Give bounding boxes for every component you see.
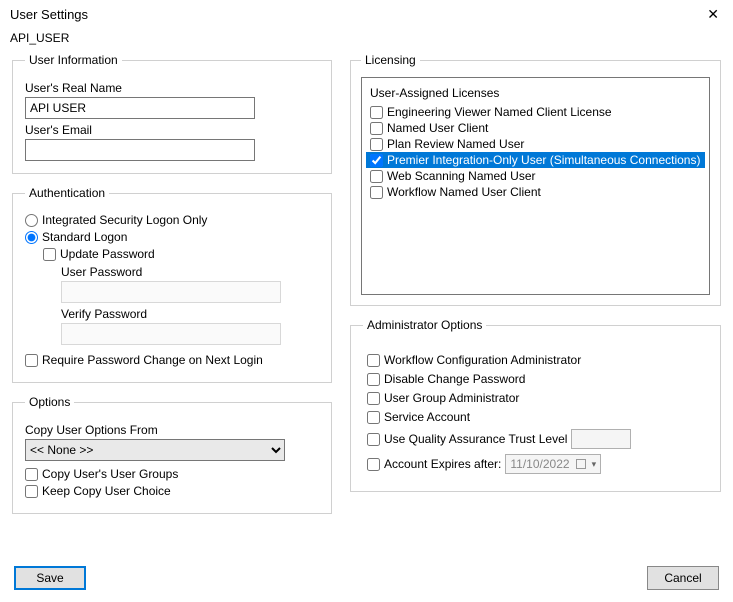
window-subtitle: API_USER [0, 27, 733, 53]
save-button[interactable]: Save [14, 566, 86, 590]
options-group: Options Copy User Options From << None >… [12, 395, 332, 514]
real-name-input[interactable] [25, 97, 255, 119]
integrated-logon-radio[interactable] [25, 214, 38, 227]
update-password-label: Update Password [60, 247, 155, 261]
use-qa-trust-checkbox[interactable] [367, 433, 380, 446]
license-list[interactable]: User-Assigned Licenses Engineering Viewe… [361, 77, 710, 295]
user-information-group: User Information User's Real Name User's… [12, 53, 332, 174]
license-item-label: Workflow Named User Client [387, 185, 541, 199]
update-password-checkbox[interactable] [43, 248, 56, 261]
authentication-group: Authentication Integrated Security Logon… [12, 186, 332, 383]
copy-from-label: Copy User Options From [25, 423, 319, 437]
license-item[interactable]: Plan Review Named User [366, 136, 705, 152]
license-item-checkbox[interactable] [370, 186, 383, 199]
email-label: User's Email [25, 123, 319, 137]
standard-logon-label: Standard Logon [42, 230, 127, 244]
user-password-input [61, 281, 281, 303]
workflow-admin-checkbox[interactable] [367, 354, 380, 367]
keep-copy-choice-checkbox[interactable] [25, 485, 38, 498]
copy-user-groups-checkbox[interactable] [25, 468, 38, 481]
user-information-legend: User Information [25, 53, 122, 67]
license-item-checkbox[interactable] [370, 170, 383, 183]
standard-logon-radio[interactable] [25, 231, 38, 244]
authentication-legend: Authentication [25, 186, 109, 200]
require-pw-change-checkbox[interactable] [25, 354, 38, 367]
verify-password-input [61, 323, 281, 345]
require-pw-change-label: Require Password Change on Next Login [42, 353, 263, 367]
calendar-icon [576, 459, 586, 469]
user-password-label: User Password [61, 265, 319, 279]
window-title: User Settings [10, 7, 88, 22]
user-group-admin-checkbox[interactable] [367, 392, 380, 405]
real-name-label: User's Real Name [25, 81, 319, 95]
options-legend: Options [25, 395, 74, 409]
service-account-label: Service Account [384, 410, 470, 424]
workflow-admin-label: Workflow Configuration Administrator [384, 353, 581, 367]
account-expires-datepicker[interactable]: 11/10/2022 ▾ [505, 454, 601, 474]
licensing-legend: Licensing [361, 53, 420, 67]
qa-trust-level-input [571, 429, 631, 449]
license-list-header: User-Assigned Licenses [366, 84, 705, 104]
license-item-checkbox[interactable] [370, 106, 383, 119]
license-item-label: Plan Review Named User [387, 137, 524, 151]
license-item[interactable]: Engineering Viewer Named Client License [366, 104, 705, 120]
disable-change-pw-checkbox[interactable] [367, 373, 380, 386]
admin-options-legend: Administrator Options [363, 318, 486, 332]
chevron-down-icon: ▾ [592, 459, 597, 470]
copy-user-groups-label: Copy User's User Groups [42, 467, 178, 481]
user-group-admin-label: User Group Administrator [384, 391, 519, 405]
integrated-logon-label: Integrated Security Logon Only [42, 213, 207, 227]
account-expires-checkbox[interactable] [367, 458, 380, 471]
license-item-label: Named User Client [387, 121, 488, 135]
disable-change-pw-label: Disable Change Password [384, 372, 525, 386]
close-icon[interactable]: ✕ [703, 6, 723, 23]
account-expires-date-value: 11/10/2022 [510, 457, 569, 471]
service-account-checkbox[interactable] [367, 411, 380, 424]
license-item-label: Engineering Viewer Named Client License [387, 105, 612, 119]
account-expires-label: Account Expires after: [384, 457, 501, 471]
use-qa-trust-label: Use Quality Assurance Trust Level [384, 432, 567, 446]
license-item[interactable]: Premier Integration-Only User (Simultane… [366, 152, 705, 168]
license-item-label: Premier Integration-Only User (Simultane… [387, 153, 700, 167]
keep-copy-choice-label: Keep Copy User Choice [42, 484, 171, 498]
license-item[interactable]: Workflow Named User Client [366, 184, 705, 200]
admin-options-group: Administrator Options Workflow Configura… [350, 318, 721, 492]
licensing-group: Licensing User-Assigned Licenses Enginee… [350, 53, 721, 306]
license-item[interactable]: Web Scanning Named User [366, 168, 705, 184]
verify-password-label: Verify Password [61, 307, 319, 321]
license-item[interactable]: Named User Client [366, 120, 705, 136]
license-item-checkbox[interactable] [370, 122, 383, 135]
email-input[interactable] [25, 139, 255, 161]
license-item-checkbox[interactable] [370, 138, 383, 151]
license-item-checkbox[interactable] [370, 154, 383, 167]
cancel-button[interactable]: Cancel [647, 566, 719, 590]
copy-from-select[interactable]: << None >> [25, 439, 285, 461]
license-item-label: Web Scanning Named User [387, 169, 536, 183]
